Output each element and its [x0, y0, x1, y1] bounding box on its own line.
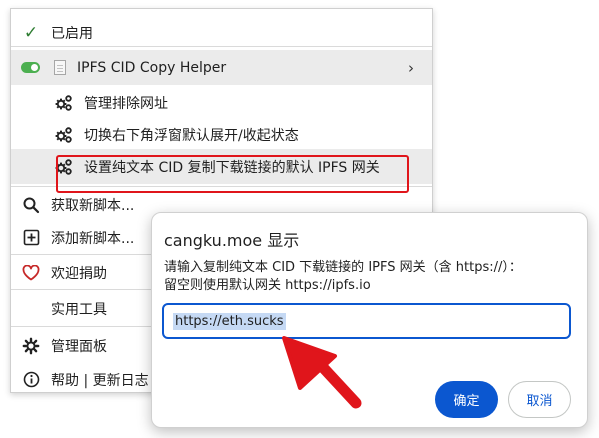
script-toggle-switch[interactable] — [21, 62, 40, 73]
script-file-icon — [54, 60, 66, 75]
dialog-message: 请输入复制纯文本 CID 下载链接的 IPFS 网关（含 https://）： … — [164, 259, 522, 295]
gears-icon — [54, 125, 74, 145]
ok-button[interactable]: 确定 — [435, 381, 498, 418]
menu-item-label: 帮助 | 更新日志 — [51, 372, 149, 389]
menu-item-label: 获取新脚本... — [51, 197, 135, 214]
menu-item-label: 欢迎捐助 — [51, 265, 107, 282]
menu-command-label: 管理排除网址 — [84, 95, 168, 112]
gear-icon — [21, 336, 41, 356]
menu-item-script[interactable]: IPFS CID Copy Helper › — [11, 50, 432, 85]
heart-icon — [21, 263, 41, 283]
checkmark-icon: ✓ — [23, 22, 39, 43]
dialog-message-line: 请输入复制纯文本 CID 下载链接的 IPFS 网关（含 https://）： — [164, 260, 522, 275]
script-name: IPFS CID Copy Helper — [77, 59, 227, 76]
gateway-input-value: https://eth.sucks — [173, 313, 286, 330]
dialog-title: cangku.moe 显示 — [164, 231, 300, 250]
gears-icon — [54, 93, 74, 113]
menu-item-label: 添加新脚本... — [51, 230, 135, 247]
info-icon — [21, 370, 41, 390]
gateway-input[interactable]: https://eth.sucks — [162, 303, 571, 339]
cancel-button[interactable]: 取消 — [508, 381, 571, 418]
plus-square-icon — [21, 228, 41, 248]
menu-item-label: 管理面板 — [51, 338, 107, 355]
dialog-message-line: 留空则使用默认网关 https://ipfs.io — [164, 278, 371, 293]
prompt-dialog: cangku.moe 显示 请输入复制纯文本 CID 下载链接的 IPFS 网关… — [151, 212, 588, 428]
menu-command-label: 切换右下角浮窗默认展开/收起状态 — [84, 127, 299, 144]
highlight-box — [56, 155, 409, 193]
menu-separator — [11, 46, 432, 47]
menu-command-item[interactable]: 切换右下角浮窗默认展开/收起状态 — [11, 117, 432, 152]
menu-item-enabled[interactable]: ✓ 已启用 — [11, 15, 432, 50]
search-icon — [21, 195, 41, 215]
chevron-right-icon[interactable]: › — [403, 59, 419, 77]
menu-command-item[interactable]: 管理排除网址 — [11, 85, 432, 120]
menu-item-label: 实用工具 — [51, 301, 107, 318]
menu-item-enabled-label: 已启用 — [51, 25, 93, 42]
